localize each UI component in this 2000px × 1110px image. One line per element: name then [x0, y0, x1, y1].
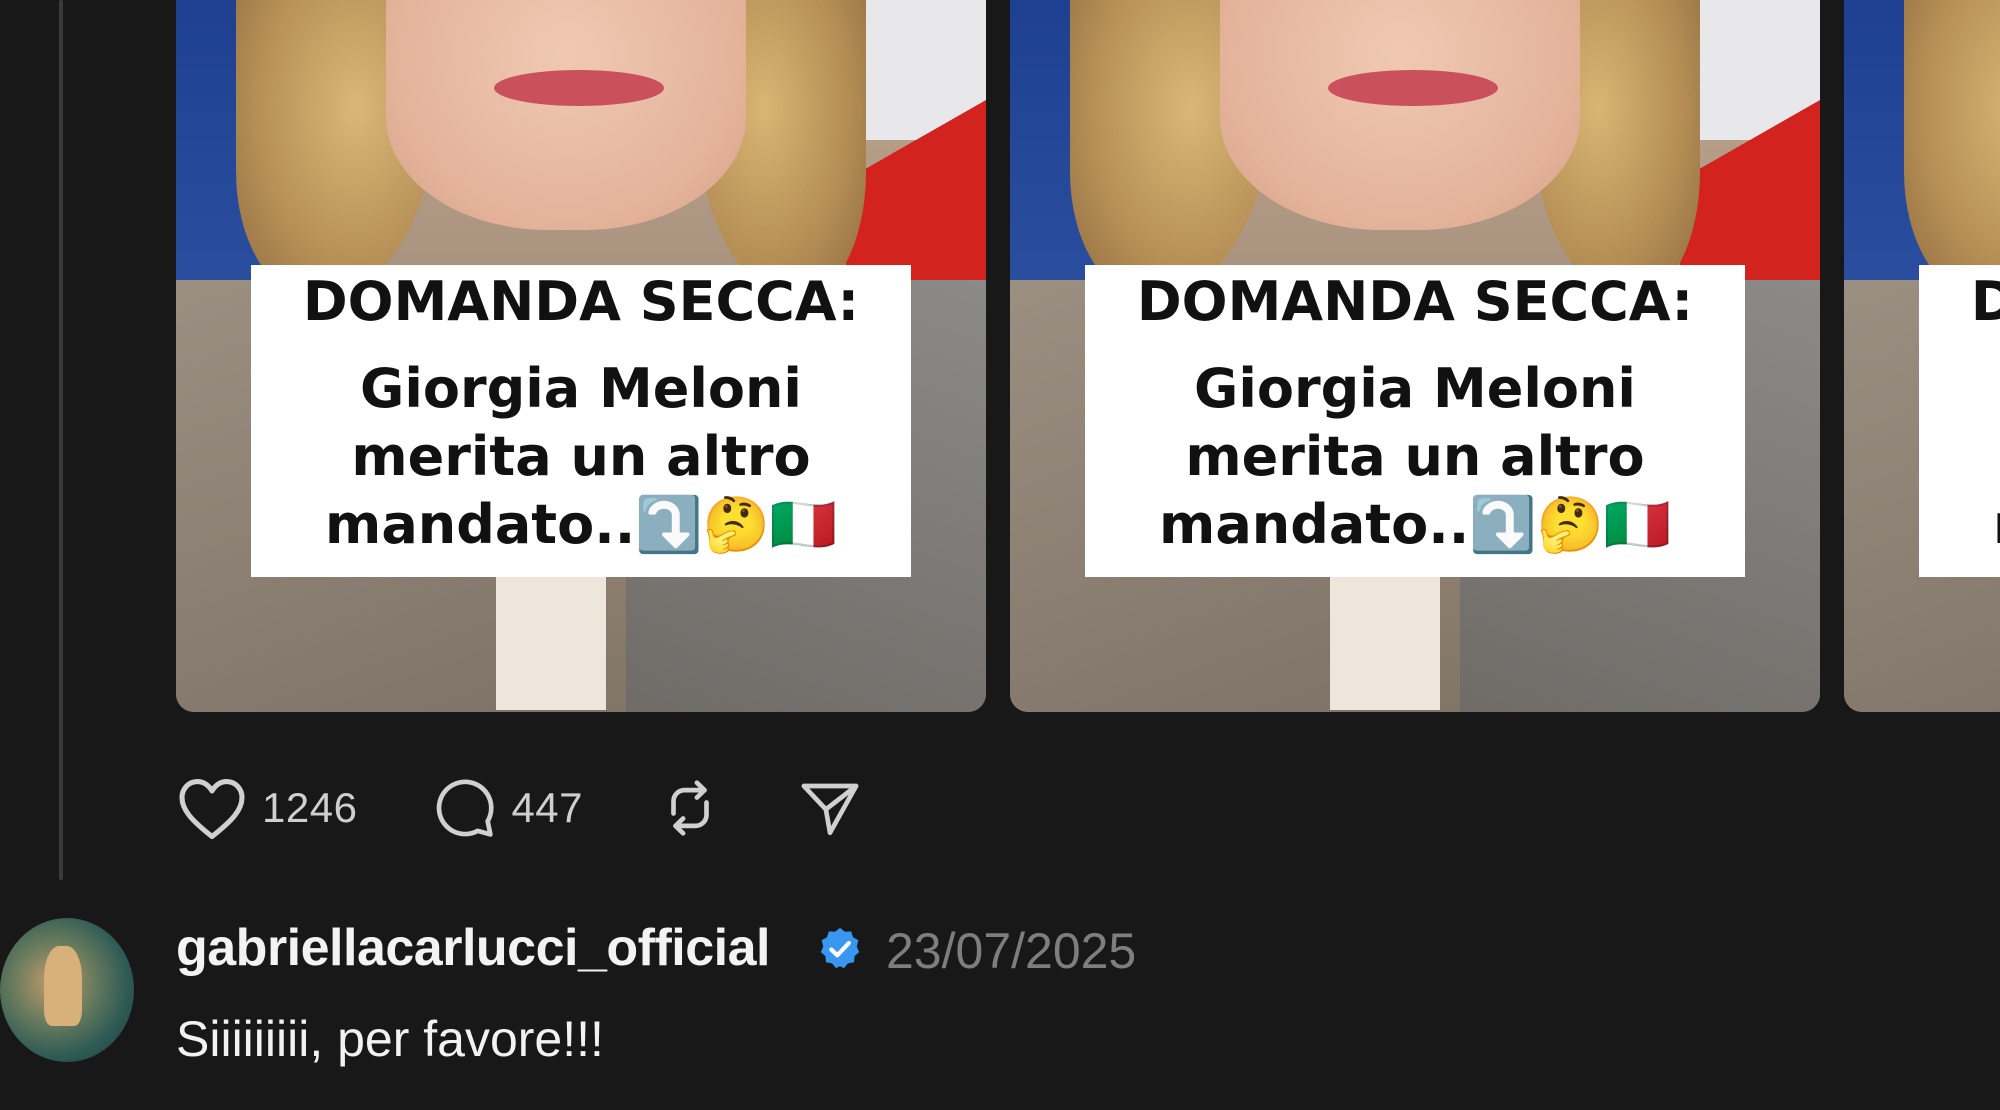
lips — [1328, 70, 1498, 106]
image-caption-box: DOMANDA SECCA: Giorgia Meloni merita un … — [1085, 265, 1745, 577]
avatar-photo-figure — [44, 946, 82, 1026]
like-button[interactable]: 1246 — [176, 775, 357, 841]
image-caption-box: DOMANDA SECCA: Giorgia Meloni merita un … — [1919, 265, 2000, 577]
thread-connector-line — [59, 0, 63, 880]
carousel-image-1[interactable]: DOMANDA SECCA: Giorgia Meloni merita un … — [176, 0, 986, 712]
face — [1220, 0, 1580, 230]
reply-date: 23/07/2025 — [886, 923, 1137, 979]
lips — [494, 70, 664, 106]
comment-count: 447 — [511, 784, 584, 831]
send-icon — [797, 775, 863, 841]
share-button[interactable] — [797, 775, 863, 841]
caption-heading: DOMANDA SECCA: — [1970, 270, 2000, 333]
comment-bubble-icon — [431, 775, 497, 841]
heart-icon — [176, 775, 248, 841]
caption-body: Giorgia Meloni merita un altro mandato..… — [325, 357, 837, 556]
caption-body: Giorgia Meloni merita un altro mandato..… — [1919, 355, 2000, 559]
caption-body: Giorgia Meloni merita un altro mandato..… — [1159, 357, 1671, 556]
caption-heading: DOMANDA SECCA: — [302, 270, 860, 333]
comment-button[interactable]: 447 — [431, 775, 583, 841]
image-caption-box: DOMANDA SECCA: Giorgia Meloni merita un … — [251, 265, 911, 577]
like-count: 1246 — [262, 784, 358, 831]
caption-heading: DOMANDA SECCA: — [1136, 270, 1694, 333]
repost-button[interactable] — [657, 775, 723, 841]
carousel-image-2[interactable]: DOMANDA SECCA: Giorgia Meloni merita un … — [1010, 0, 1820, 712]
face — [386, 0, 746, 230]
reply-text: Siiiiiiiii, per favore!!! — [176, 1011, 604, 1067]
reply-username[interactable]: gabriellacarlucci_official — [176, 918, 770, 978]
verified-badge-icon — [817, 926, 863, 972]
image-carousel[interactable]: DOMANDA SECCA: Giorgia Meloni merita un … — [176, 0, 2000, 712]
avatar[interactable] — [0, 918, 134, 1062]
repost-icon — [657, 775, 723, 841]
carousel-image-3[interactable]: DOMANDA SECCA: Giorgia Meloni merita un … — [1844, 0, 2000, 712]
post-action-bar: 1246 447 — [176, 770, 937, 846]
